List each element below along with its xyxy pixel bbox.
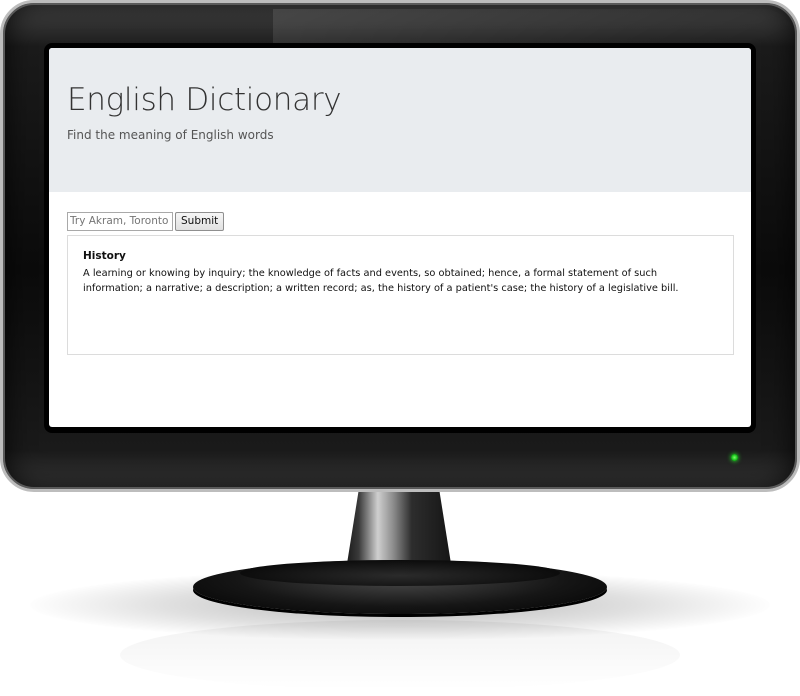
result-card: History A learning or knowing by inquiry… — [67, 235, 734, 355]
submit-button[interactable]: Submit — [175, 211, 225, 231]
page-title: English Dictionary — [67, 82, 342, 118]
result-definition: A learning or knowing by inquiry; the kn… — [83, 268, 679, 294]
monitor-stand-neck — [346, 490, 452, 570]
monitor-stand-base-top — [240, 560, 560, 586]
power-led-icon — [731, 454, 738, 461]
result-word: History — [83, 250, 126, 262]
monitor-mockup: English Dictionary Find the meaning of E… — [0, 0, 800, 696]
page-subtitle: Find the meaning of English words — [67, 128, 274, 142]
page-header: English Dictionary Find the meaning of E… — [49, 48, 751, 192]
search-form: Submit — [67, 211, 225, 231]
search-input[interactable] — [67, 211, 173, 231]
browser-viewport: English Dictionary Find the meaning of E… — [49, 48, 751, 427]
